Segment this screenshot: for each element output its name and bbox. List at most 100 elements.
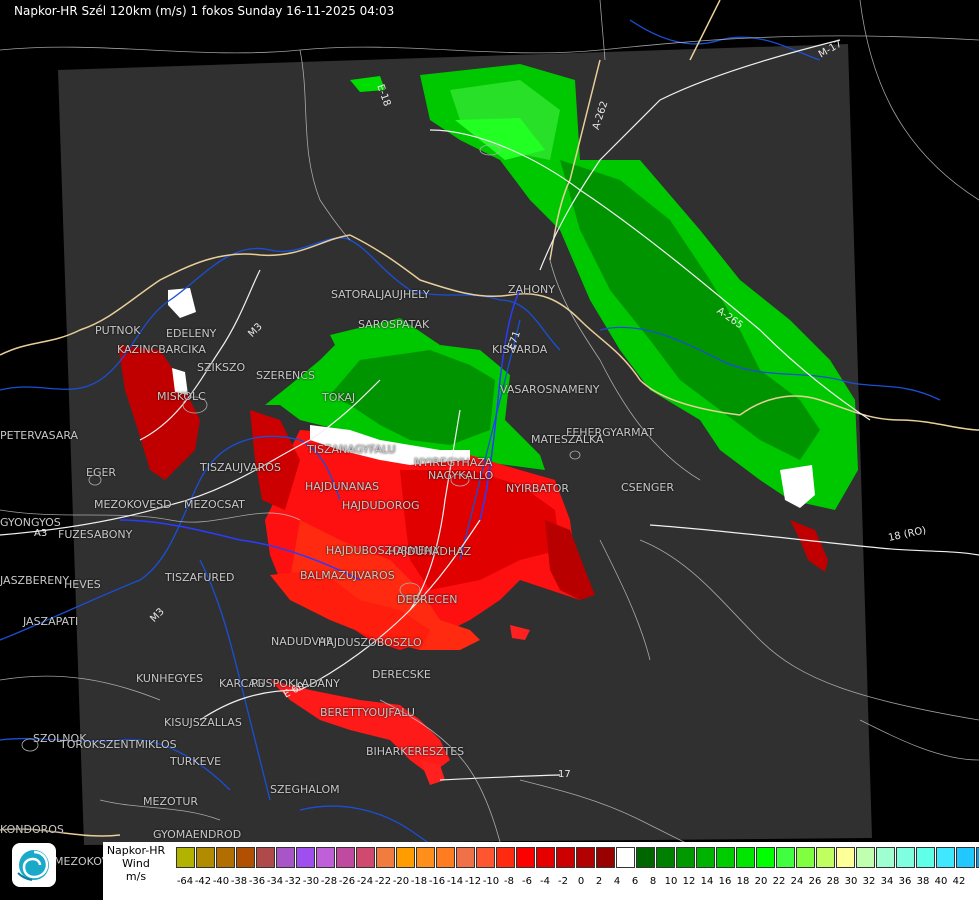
city-label-tiszafured: TISZAFURED [165, 571, 235, 584]
city-label-nyirbator: NYIRBATOR [506, 482, 570, 495]
legend-title-line: m/s [125, 870, 147, 883]
legend-swatch [356, 847, 375, 868]
city-label-tiszanagyfalu: TISZANAGYFALU [307, 443, 396, 456]
city-label-hajdudorog: HAJDUDOROG [342, 499, 420, 512]
legend-title: Napkor-HR Wind m/s [103, 844, 169, 883]
legend-swatch [796, 847, 815, 868]
legend-tick-label: 42 [952, 876, 966, 887]
city-label-tokaj: TOKAJ [322, 391, 356, 404]
legend-swatch [676, 847, 695, 868]
legend-swatch [176, 847, 195, 868]
legend-swatch [716, 847, 735, 868]
city-label-szikszo: SZIKSZO [197, 361, 246, 374]
swirl-logo-icon [17, 850, 49, 881]
legend-swatch [596, 847, 615, 868]
city-label-edeleny: EDELENY [166, 327, 217, 340]
legend-swatch [476, 847, 495, 868]
legend-swatch [416, 847, 435, 868]
city-label-nyiregyhaza: NYIREGYHAZA [414, 456, 493, 469]
legend-swatch [956, 847, 975, 868]
city-label-miskolc: MISKOLC [157, 390, 206, 403]
city-label-hajdunanas: HAJDUNANAS [305, 480, 380, 493]
legend-swatch [876, 847, 895, 868]
city-label-nagykallo: NAGYKALLO [428, 469, 494, 482]
city-label-berettyoujfalu: BERETTYOUJFALU [320, 706, 415, 719]
legend-swatch [316, 847, 335, 868]
legend-swatch [616, 847, 635, 868]
city-label-mezocsat: MEZOCSAT [184, 498, 245, 511]
legend-swatch [216, 847, 235, 868]
legend-title-line: Napkor-HR [106, 844, 166, 857]
city-label-turkeve: TURKEVE [170, 755, 222, 768]
legend-swatch [896, 847, 915, 868]
city-label-jaszapati: JASZAPATI [23, 615, 79, 628]
legend-swatch [496, 847, 515, 868]
color-legend: Napkor-HR Wind m/s -64 -42 -40 -38 -36 -34 -32… [103, 842, 979, 900]
legend-swatch [576, 847, 595, 868]
city-label-heves: HEVES [64, 578, 101, 591]
legend-swatch [456, 847, 475, 868]
legend-swatch [396, 847, 415, 868]
legend-swatch [516, 847, 535, 868]
city-label-kunhegyes: KUNHEGYES [136, 672, 204, 685]
city-label-kisvarda: KISVARDA [492, 343, 548, 356]
city-label-sarospatak: SAROSPATAK [358, 318, 430, 331]
road-label-a3: A3 [34, 528, 48, 539]
legend-swatch [296, 847, 315, 868]
city-label-putnok: PUTNOK [95, 324, 141, 337]
radar-map [0, 0, 979, 881]
legend-title-line: Wind [122, 857, 150, 870]
legend-swatch [696, 847, 715, 868]
legend-swatch [256, 847, 275, 868]
city-label-gyongyos: GYONGYOS [0, 516, 61, 529]
city-label-torokszentmiklos: TOROKSZENTMIKLOS [60, 738, 177, 751]
city-label-eger: EGER [86, 466, 117, 479]
legend-swatch [736, 847, 755, 868]
city-label-vasarosnameny: VASAROSNAMENY [500, 383, 600, 396]
city-label-fuzesabony: FUZESABONY [58, 528, 133, 541]
city-label-kazincbarcika: KAZINCBARCIKA [117, 343, 206, 356]
legend-swatch [636, 847, 655, 868]
legend-swatch [436, 847, 455, 868]
radar-map-screen: Napkor-HR Szél 120km (m/s) 1 fokos Sunda… [0, 0, 979, 900]
city-label-jaszbereny: JASZBERENY [0, 574, 70, 587]
legend-swatch [756, 847, 775, 868]
city-label-szeghalom: SZEGHALOM [270, 783, 340, 796]
legend-swatch [816, 847, 835, 868]
city-label-tiszaujvaros: TISZAUJVAROS [200, 461, 281, 474]
legend-swatch [276, 847, 295, 868]
legend-swatch [916, 847, 935, 868]
map-title: Napkor-HR Szél 120km (m/s) 1 fokos Sunda… [14, 4, 395, 18]
city-label-kisujszallas: KISUJSZALLAS [164, 716, 242, 729]
city-label-hajduszoboszlo: HAJDUSZOBOSZLO [318, 636, 422, 649]
city-label-mateszalka: MATESZALKA [531, 433, 604, 446]
city-label-biharkeresztes: BIHARKERESZTES [366, 745, 465, 758]
city-label-balmazujvaros: BALMAZUJVAROS [300, 569, 395, 582]
city-label-petervasara: PETERVASARA [0, 429, 79, 442]
city-label-szerencs: SZERENCS [256, 369, 315, 382]
napkor-logo [12, 843, 56, 887]
city-label-csenger: CSENGER [621, 481, 674, 494]
legend-swatch [836, 847, 855, 868]
city-label-zahony: ZAHONY [508, 283, 555, 296]
legend-swatch [336, 847, 355, 868]
city-label-mezokovesd: MEZOKOVESD [94, 498, 172, 511]
city-label-hajduhadhaz: HAJDUHADHAZ [388, 545, 472, 558]
legend-swatch [236, 847, 255, 868]
legend-swatch [536, 847, 555, 868]
city-label-kondoros: KONDOROS [0, 823, 64, 836]
road-label-17: 17 [558, 769, 571, 780]
city-label-gyomaendrod: GYOMAENDROD [153, 828, 242, 841]
legend-swatch [856, 847, 875, 868]
legend-swatch [776, 847, 795, 868]
city-label-satoraljaujhely: SATORALJAUJHELY [331, 288, 430, 301]
legend-swatch [656, 847, 675, 868]
legend-ticks: -64 -42 -40 -38 -36 -34 -32 -30 -28 -26 -24 -22 -20-… [176, 876, 976, 890]
city-label-derecske: DERECSKE [372, 668, 431, 681]
legend-swatch [556, 847, 575, 868]
legend-swatch [936, 847, 955, 868]
legend-swatch [376, 847, 395, 868]
city-label-mezotur: MEZOTUR [143, 795, 199, 808]
legend-swatches [176, 847, 979, 868]
city-label-debrecen: DEBRECEN [397, 593, 458, 606]
